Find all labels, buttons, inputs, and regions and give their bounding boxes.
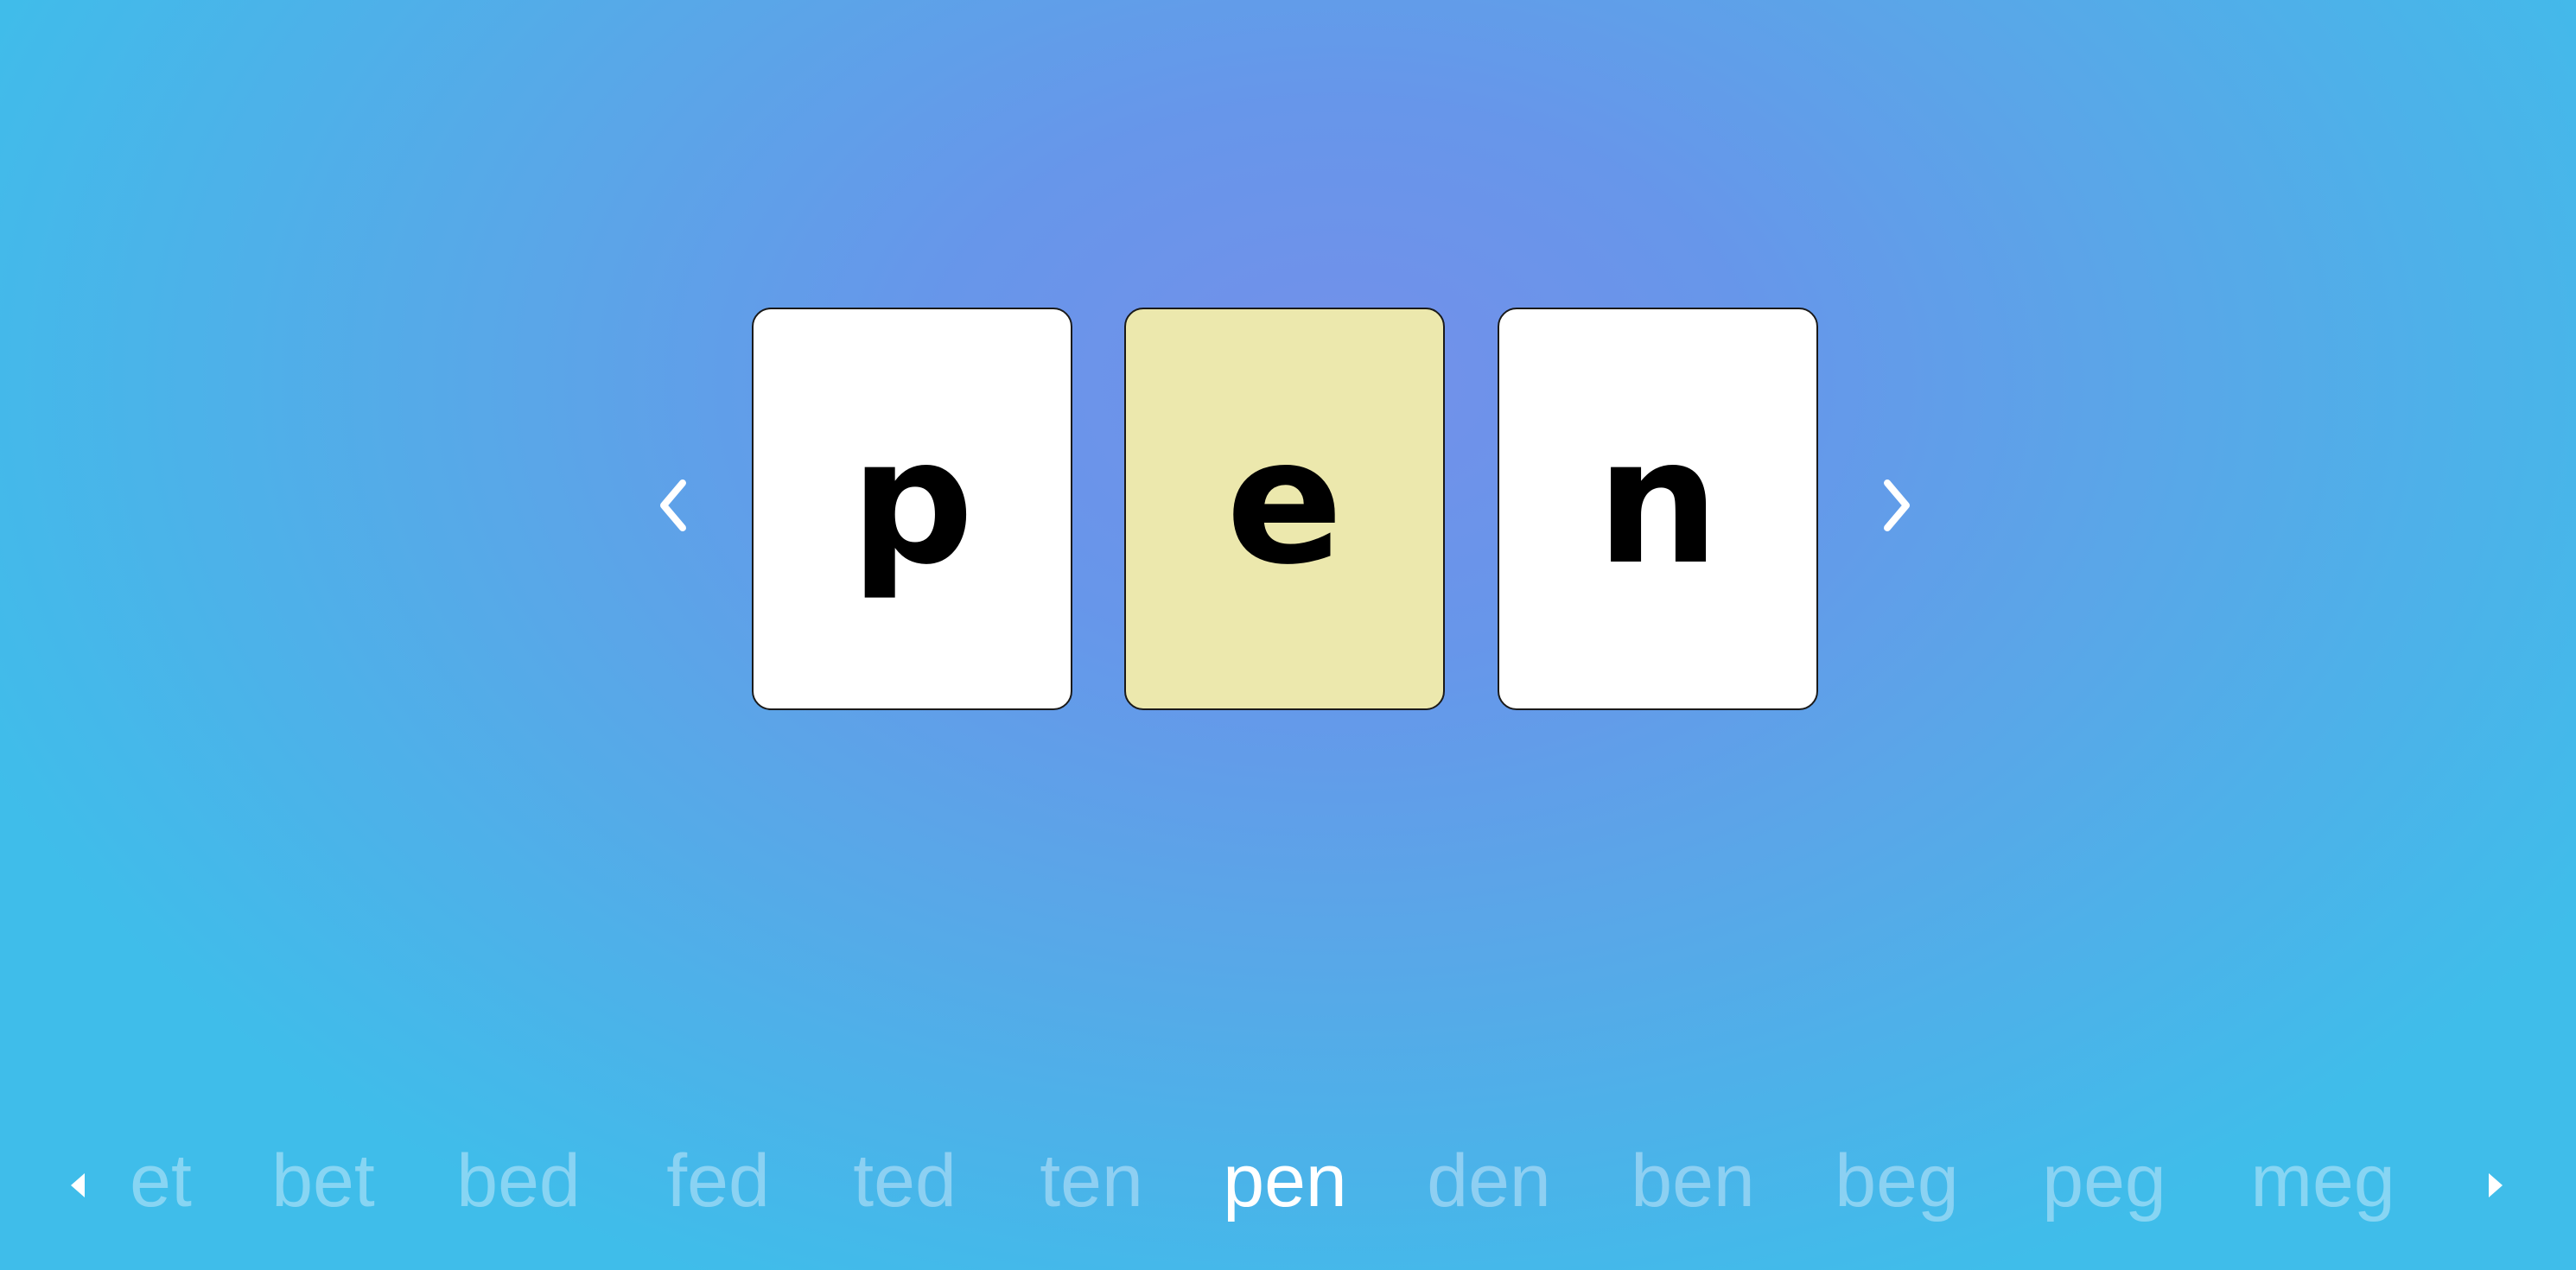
strip-scroll-left-button[interactable]: [67, 1168, 88, 1203]
chevron-right-icon: [1884, 479, 1910, 531]
chevron-left-icon: [660, 479, 686, 531]
word-strip-item-et[interactable]: et: [130, 1133, 192, 1229]
triangle-left-icon: [71, 1173, 85, 1197]
letter-card-1[interactable]: p: [752, 308, 1072, 710]
next-word-button[interactable]: [1870, 471, 1922, 540]
letter-card-2-highlighted[interactable]: e: [1124, 308, 1445, 710]
letter-card-1-letter: p: [849, 402, 975, 603]
letter-card-3[interactable]: n: [1498, 308, 1818, 710]
triangle-right-icon: [2489, 1173, 2503, 1197]
word-strip-item-bet[interactable]: bet: [271, 1133, 375, 1229]
word-strip-item-fed[interactable]: fed: [666, 1133, 770, 1229]
word-strip-item-meg[interactable]: meg: [2250, 1133, 2395, 1229]
word-strip-item-pen-active[interactable]: pen: [1223, 1133, 1347, 1229]
word-strip-item-beg[interactable]: beg: [1835, 1133, 1959, 1229]
word-builder-screen: p e n et bet bed fed ted ten pen den ben…: [0, 0, 2576, 1270]
letter-card-3-letter: n: [1596, 402, 1720, 603]
previous-word-button[interactable]: [648, 471, 700, 540]
word-strip-item-ted[interactable]: ted: [853, 1133, 957, 1229]
letter-card-2-letter: e: [1225, 402, 1344, 603]
word-strip-item-bed[interactable]: bed: [456, 1133, 581, 1229]
strip-scroll-right-button[interactable]: [2485, 1168, 2506, 1203]
word-strip-item-ten[interactable]: ten: [1040, 1133, 1143, 1229]
word-strip-item-den[interactable]: den: [1427, 1133, 1551, 1229]
word-strip-item-peg[interactable]: peg: [2042, 1133, 2166, 1229]
word-strip-item-ben[interactable]: ben: [1631, 1133, 1755, 1229]
